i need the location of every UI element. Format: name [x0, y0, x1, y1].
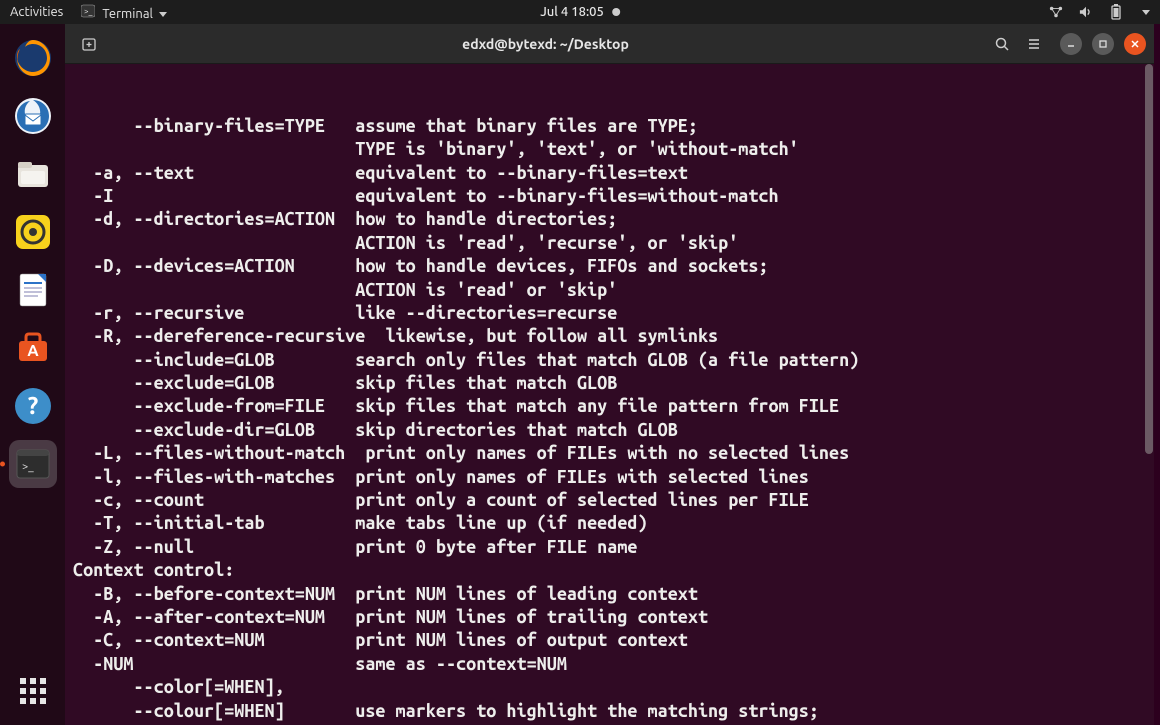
dock-firefox[interactable]: [9, 34, 57, 82]
dock-rhythmbox[interactable]: [9, 208, 57, 256]
new-tab-button[interactable]: [75, 30, 103, 58]
terminal-line: -T, --initial-tab make tabs line up (if …: [73, 512, 1146, 535]
terminal-line: --exclude-from=FILE skip files that matc…: [73, 395, 1146, 418]
terminal-line: -A, --after-context=NUM print NUM lines …: [73, 606, 1146, 629]
terminal-line: -R, --dereference-recursive likewise, bu…: [73, 325, 1146, 348]
datetime-label: Jul 4 18:05: [540, 5, 604, 19]
terminal-line: Context control:: [73, 559, 1146, 582]
dock-help[interactable]: ?: [9, 382, 57, 430]
terminal-line: -NUM same as --context=NUM: [73, 653, 1146, 676]
dock-thunderbird[interactable]: [9, 92, 57, 140]
battery-icon[interactable]: [1109, 5, 1123, 19]
terminal-line: -Z, --null print 0 byte after FILE name: [73, 536, 1146, 559]
terminal-line: -a, --text equivalent to --binary-files=…: [73, 162, 1146, 185]
titlebar: edxd@bytexd: ~/Desktop: [65, 24, 1154, 64]
terminal-line: -I equivalent to --binary-files=without-…: [73, 185, 1146, 208]
dock-writer[interactable]: [9, 266, 57, 314]
dock-software[interactable]: A: [9, 324, 57, 372]
gnome-topbar: Activities >_ Terminal Jul 4 18:05: [0, 0, 1160, 24]
window-title: edxd@bytexd: ~/Desktop: [105, 36, 986, 52]
terminal-line: ACTION is 'read', 'recurse', or 'skip': [73, 232, 1146, 255]
notification-dot-icon: [612, 8, 620, 16]
terminal-line: --color[=WHEN],: [73, 676, 1146, 699]
dock-terminal[interactable]: >_: [9, 440, 57, 488]
terminal-line: --exclude=GLOB skip files that match GLO…: [73, 372, 1146, 395]
svg-text:A: A: [27, 342, 39, 360]
terminal-line: -l, --files-with-matches print only name…: [73, 466, 1146, 489]
terminal-line: --colour[=WHEN] use markers to highlight…: [73, 700, 1146, 723]
terminal-line: -B, --before-context=NUM print NUM lines…: [73, 583, 1146, 606]
app-menu-label: Terminal: [102, 7, 153, 21]
search-button[interactable]: [988, 30, 1016, 58]
svg-text:>_: >_: [22, 461, 34, 473]
terminal-mini-icon: >_: [81, 4, 95, 18]
terminal-line: ACTION is 'read' or 'skip': [73, 279, 1146, 302]
terminal-window: edxd@bytexd: ~/Desktop --binary-files=TY…: [65, 24, 1154, 725]
terminal-line: -L, --files-without-match print only nam…: [73, 442, 1146, 465]
terminal-line: -C, --context=NUM print NUM lines of out…: [73, 629, 1146, 652]
scrollbar[interactable]: [1145, 64, 1153, 454]
dock: A ? >_: [0, 24, 65, 725]
terminal-line: -D, --devices=ACTION how to handle devic…: [73, 255, 1146, 278]
dock-files[interactable]: [9, 150, 57, 198]
terminal-line: --binary-files=TYPE assume that binary f…: [73, 115, 1146, 138]
terminal-line: --exclude-dir=GLOB skip directories that…: [73, 419, 1146, 442]
terminal-line: --include=GLOB search only files that ma…: [73, 349, 1146, 372]
volume-icon[interactable]: [1079, 5, 1093, 19]
svg-text:?: ?: [27, 392, 38, 419]
maximize-button[interactable]: [1092, 33, 1114, 55]
minimize-button[interactable]: [1060, 33, 1082, 55]
terminal-line: -d, --directories=ACTION how to handle d…: [73, 208, 1146, 231]
terminal-output[interactable]: --binary-files=TYPE assume that binary f…: [65, 64, 1154, 725]
show-applications[interactable]: [17, 675, 49, 707]
menu-button[interactable]: [1020, 30, 1048, 58]
close-button[interactable]: [1124, 33, 1146, 55]
terminal-line: -c, --count print only a count of select…: [73, 489, 1146, 512]
clock[interactable]: Jul 4 18:05: [540, 5, 620, 19]
terminal-line: TYPE is 'binary', 'text', or 'without-ma…: [73, 138, 1146, 161]
network-icon[interactable]: [1049, 5, 1063, 19]
app-menu[interactable]: >_ Terminal: [81, 4, 167, 21]
activities-button[interactable]: Activities: [10, 5, 63, 19]
system-menu-chevron-icon[interactable]: [1142, 10, 1150, 15]
chevron-down-icon: [159, 12, 167, 17]
svg-text:>_: >_: [84, 7, 93, 16]
terminal-line: -r, --recursive like --directories=recur…: [73, 302, 1146, 325]
